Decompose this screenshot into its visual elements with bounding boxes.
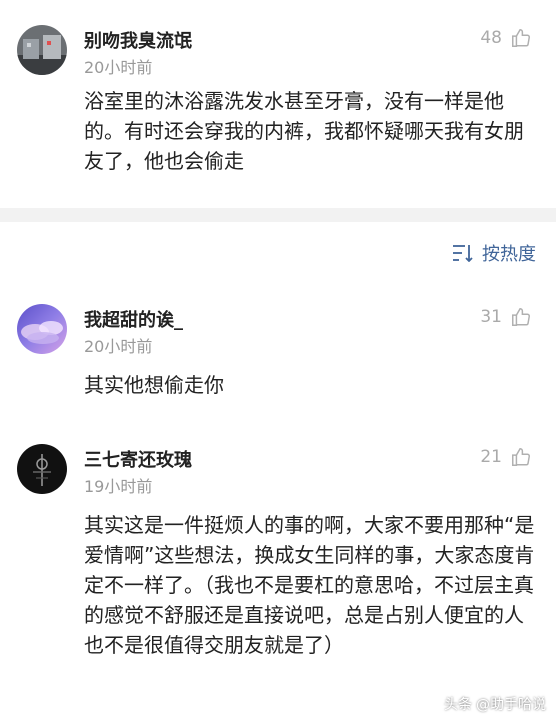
- thumbs-up-icon: [512, 29, 530, 47]
- thumbs-up-icon: [512, 448, 530, 466]
- timestamp: 20小时前: [84, 58, 153, 77]
- comment-text: 其实他想偷走你: [84, 373, 224, 397]
- avatar[interactable]: [17, 444, 67, 494]
- sort-label: 按热度: [482, 244, 536, 265]
- watermark-author: @助手哈说: [476, 697, 546, 713]
- like-button[interactable]: 48: [480, 27, 532, 49]
- comment-item: 三七寄还玫瑰 19小时前 21 其实这是一件挺烦人的事的啊，大家不要用那种“是爱…: [0, 430, 556, 724]
- username[interactable]: 别吻我臭流氓: [84, 27, 192, 53]
- comment-item: 我超甜的诶_ 20小时前 31 其实他想偷走你: [0, 290, 556, 430]
- comment-text: 浴室里的沐浴露洗发水甚至牙膏，没有一样是他的。有时还会穿我的内裤，我都怀疑哪天我…: [84, 89, 524, 173]
- like-count: 48: [480, 28, 502, 48]
- avatar[interactable]: [17, 304, 67, 354]
- username[interactable]: 三七寄还玫瑰: [84, 446, 192, 472]
- timestamp: 19小时前: [84, 477, 153, 496]
- username[interactable]: 我超甜的诶_: [84, 306, 183, 332]
- comment-text: 其实这是一件挺烦人的事的啊，大家不要用那种“是爱情啊”这些想法，换成女生同样的事…: [84, 513, 535, 657]
- timestamp: 20小时前: [84, 337, 153, 356]
- like-count: 31: [480, 307, 502, 327]
- watermark-source: 头条: [444, 697, 472, 713]
- sort-by-hot-button[interactable]: 按热度: [452, 240, 536, 266]
- sort-icon: [453, 245, 473, 262]
- section-divider: [0, 208, 556, 222]
- thumbs-up-icon: [512, 308, 530, 326]
- like-button[interactable]: 31: [480, 306, 532, 328]
- like-button[interactable]: 21: [480, 446, 532, 468]
- like-count: 21: [480, 447, 502, 467]
- watermark: 头条 @助手哈说: [444, 694, 546, 714]
- avatar[interactable]: [17, 25, 67, 75]
- comment-item: 别吻我臭流氓 20小时前 48 浴室里的沐浴露洗发水甚至牙膏，没有一样是他的。有…: [0, 0, 556, 208]
